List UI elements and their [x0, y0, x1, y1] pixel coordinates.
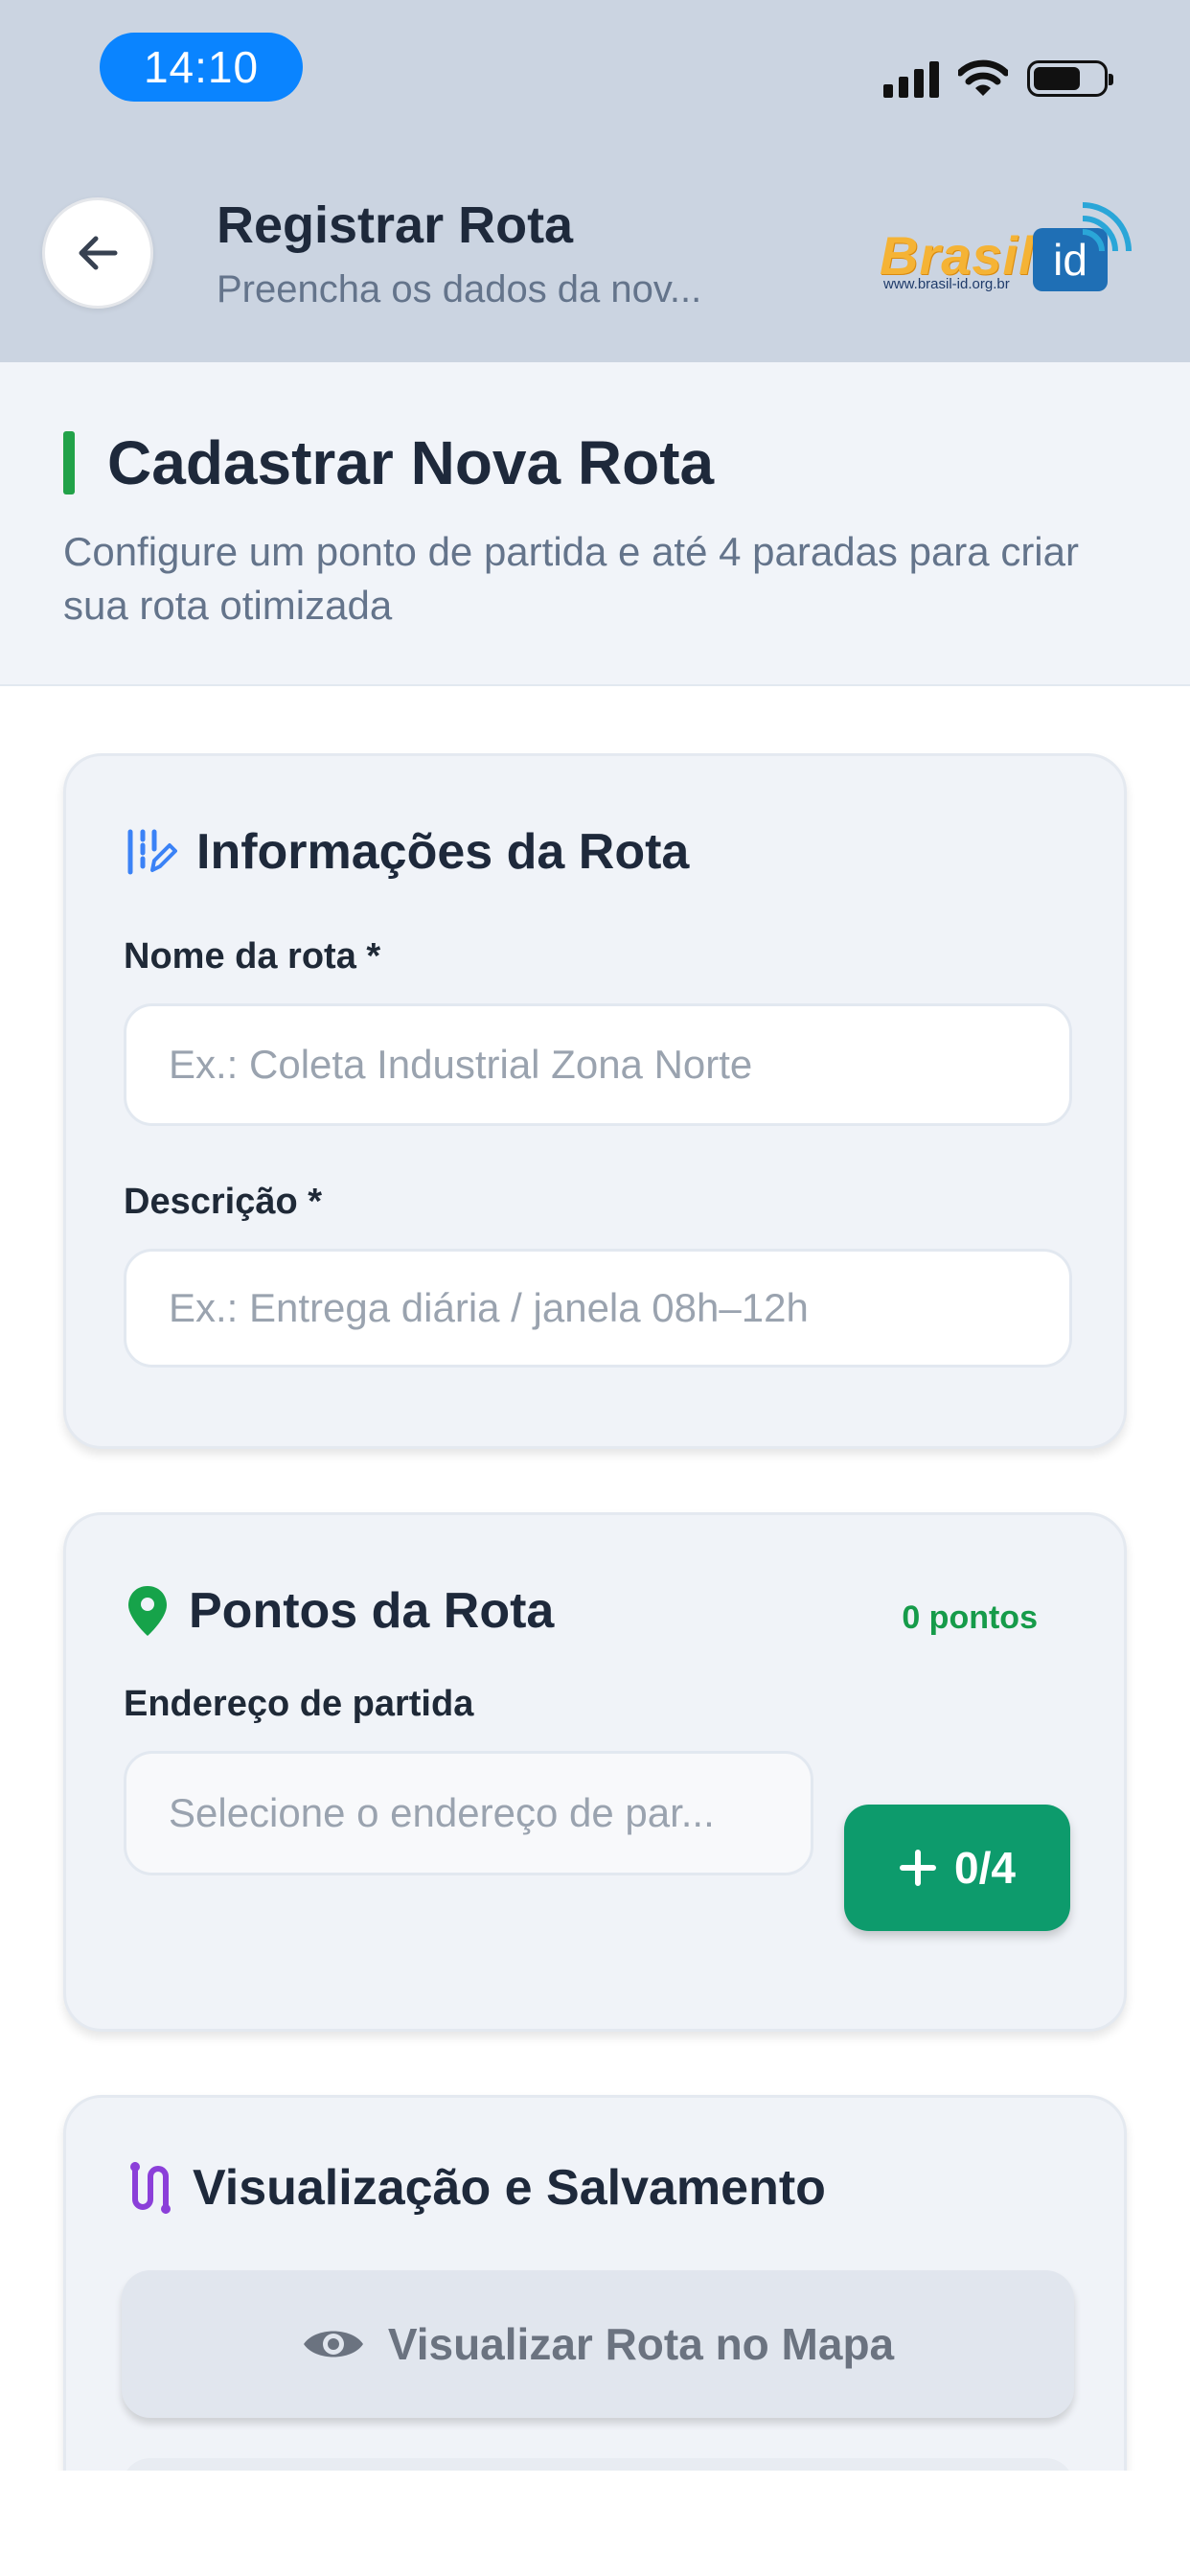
route-description-label: Descrição * — [124, 1182, 323, 1222]
save-section-header: Visualização e Salvamento — [126, 2159, 826, 2217]
status-icons — [883, 50, 1113, 107]
route-name-label: Nome da rota * — [124, 936, 381, 977]
route-points-title: Pontos da Rota — [189, 1583, 555, 1639]
brasil-id-logo: Brasil id www.brasil-id.org.br — [872, 188, 1150, 303]
intro-section: Cadastrar Nova Rota Configure um ponto d… — [0, 362, 1190, 686]
back-button[interactable] — [42, 197, 153, 309]
view-map-label: Visualizar Rota no Mapa — [387, 2319, 895, 2369]
logo-url: www.brasil-id.org.br — [883, 276, 1010, 292]
page-title: Registrar Rota — [217, 196, 574, 254]
route-name-input[interactable]: Ex.: Coleta Industrial Zona Norte — [124, 1003, 1072, 1126]
eye-icon — [303, 2331, 363, 2358]
intro-accent-bar — [63, 431, 75, 494]
route-info-title: Informações da Rota — [196, 824, 690, 880]
status-time: 14:10 — [100, 33, 303, 102]
route-points-header: Pontos da Rota — [126, 1582, 554, 1640]
route-description-input[interactable]: Ex.: Entrega diária / janela 08h–12h — [124, 1249, 1072, 1368]
signal-waves-icon — [1082, 202, 1132, 252]
map-pin-icon — [128, 1586, 167, 1636]
start-address-label: Endereço de partida — [124, 1684, 474, 1724]
route-path-icon — [130, 2162, 171, 2214]
app-header: 14:10 Registrar Rota Preencha os dados d… — [0, 0, 1190, 362]
wifi-icon — [958, 59, 1008, 96]
cellular-signal-icon — [883, 59, 939, 98]
page-subtitle: Preencha os dados da nov... — [217, 268, 702, 310]
arrow-left-icon — [79, 236, 118, 270]
points-count-badge: 0 pontos — [902, 1599, 1038, 1636]
route-info-card: Informações da Rota Nome da rota * Ex.: … — [63, 753, 1127, 1449]
save-section-title: Visualização e Salvamento — [193, 2160, 826, 2216]
route-points-card: Pontos da Rota 0 pontos Endereço de part… — [63, 1512, 1127, 2032]
add-stop-count: 0/4 — [954, 1843, 1016, 1893]
route-info-header: Informações da Rota — [126, 823, 689, 881]
view-map-button[interactable]: Visualizar Rota no Mapa — [122, 2270, 1074, 2418]
bottom-safe-area — [0, 2471, 1190, 2576]
start-address-select[interactable]: Selecione o endereço de par... — [124, 1751, 813, 1875]
edit-list-icon — [127, 829, 177, 875]
plus-icon — [900, 1850, 937, 1886]
battery-icon — [1027, 60, 1113, 97]
add-stop-button[interactable]: 0/4 — [844, 1805, 1070, 1931]
intro-title: Cadastrar Nova Rota — [107, 428, 715, 497]
intro-description: Configure um ponto de partida e até 4 pa… — [63, 529, 1079, 628]
